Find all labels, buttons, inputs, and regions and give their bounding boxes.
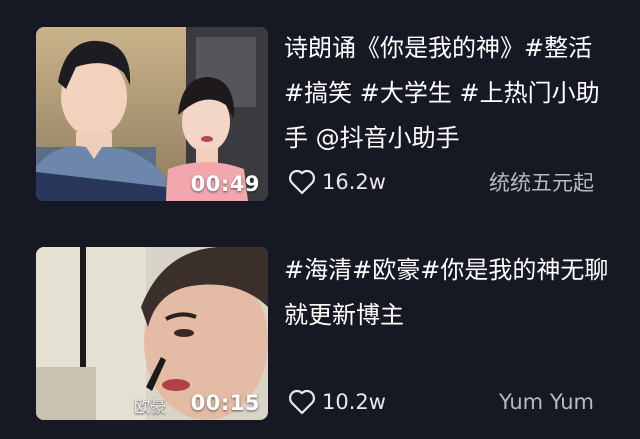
video-meta: 16.2w 统统五元起: [288, 167, 594, 197]
video-title[interactable]: #海清#欧豪#你是我的神无聊就更新博主: [284, 248, 614, 338]
video-duration: 00:49: [190, 172, 260, 196]
heart-outline-icon: [289, 169, 315, 195]
video-feed: 00:49 诗朗诵《你是我的神》#整活 #搞笑 #大学生 #上热门小助手 @抖音…: [0, 0, 640, 439]
like-stat[interactable]: 16.2w: [288, 169, 386, 195]
video-title[interactable]: 诗朗诵《你是我的神》#整活 #搞笑 #大学生 #上热门小助手 @抖音小助手: [284, 26, 614, 161]
video-duration: 00:15: [190, 391, 260, 415]
like-count: 10.2w: [322, 390, 386, 414]
author-name[interactable]: 统统五元起: [489, 167, 594, 197]
video-meta: 10.2w Yum Yum: [288, 387, 594, 417]
author-name[interactable]: Yum Yum: [499, 390, 594, 414]
heart-outline-icon: [289, 389, 315, 415]
video-watermark: 欧豪: [134, 397, 167, 416]
video-card[interactable]: 00:49 诗朗诵《你是我的神》#整活 #搞笑 #大学生 #上热门小助手 @抖音…: [0, 0, 640, 220]
video-thumbnail[interactable]: 00:49: [36, 27, 268, 201]
video-card[interactable]: 欧豪 00:15 #海清#欧豪#你是我的神无聊就更新博主 10.2w Yum Y…: [0, 220, 640, 439]
video-thumbnail[interactable]: 欧豪 00:15: [36, 247, 268, 420]
like-count: 16.2w: [322, 170, 386, 194]
like-stat[interactable]: 10.2w: [288, 389, 386, 415]
